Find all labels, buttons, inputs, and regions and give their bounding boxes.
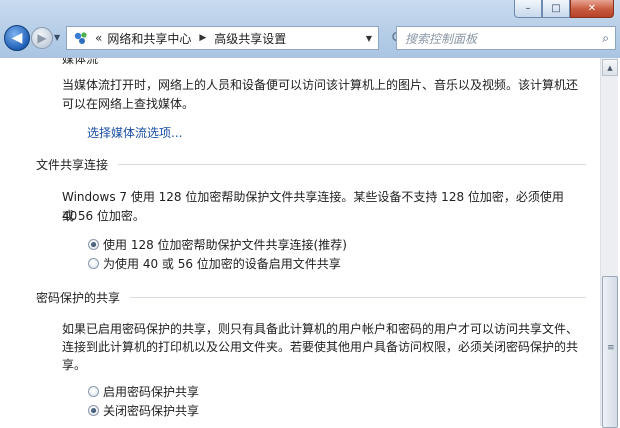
scrollbar-thumb[interactable]: ≡	[602, 276, 618, 428]
history-dropdown-icon[interactable]: ▼	[54, 33, 60, 42]
breadcrumb-advanced-sharing[interactable]: 高级共享设置	[214, 30, 286, 47]
minimize-button[interactable]: –	[514, 0, 542, 18]
media-streaming-heading: 媒体流	[62, 58, 99, 66]
forward-button[interactable]: ▶	[31, 27, 53, 49]
radio-button[interactable]	[88, 386, 99, 397]
navigation-bar: ◀ ▶ ▼ « 网络和共享中心 ▶ 高级共享设置 ▼ ⟳ 搜索控制面板 ⌕	[2, 23, 618, 55]
window-controls: – □ ✕	[514, 0, 614, 18]
search-box[interactable]: 搜索控制面板 ⌕	[396, 26, 616, 50]
password-sharing-text-1: 如果已启用密码保护的共享，则只有具备此计算机的用户帐户和密码的用户才可以访问共享…	[62, 322, 579, 336]
radio-button-selected[interactable]	[88, 405, 99, 416]
file-sharing-text-2: 或 56 位加密。	[62, 209, 145, 223]
password-sharing-section-header: 密码保护的共享	[36, 289, 586, 306]
search-icon[interactable]: ⌕	[602, 31, 609, 46]
file-sharing-section-header: 文件共享连接	[36, 156, 586, 173]
file-sharing-title: 文件共享连接	[36, 158, 109, 172]
radio-button[interactable]	[88, 258, 99, 269]
section-divider	[118, 164, 586, 165]
radio-button-selected[interactable]	[88, 239, 99, 250]
breadcrumb-network-center[interactable]: 网络和共享中心	[107, 30, 191, 47]
section-divider	[130, 297, 586, 298]
breadcrumb-separator-icon[interactable]: ▶	[199, 33, 206, 43]
window-chrome: – □ ✕ ◀ ▶ ▼ « 网络和共享中心 ▶ 高级共享设置 ▼ ⟳ 搜索控制面…	[0, 0, 620, 58]
password-sharing-on-option[interactable]: 启用密码保护共享	[88, 383, 199, 400]
media-streaming-text-1: 当媒体流打开时，网络上的人员和设备便可以访问该计算机上的图片、音乐以及视频。该计…	[62, 78, 579, 92]
password-sharing-text-2: 连接到此计算机的打印机以及公用文件夹。若要使其他用户具备访问权限，必须关闭密码保…	[62, 340, 579, 354]
settings-content: 媒体流 当媒体流打开时，网络上的人员和设备便可以访问该计算机上的图片、音乐以及视…	[0, 58, 600, 426]
encryption-40-56-label[interactable]: 为使用 40 或 56 位加密的设备启用文件共享	[103, 255, 341, 272]
encryption-128-option[interactable]: 使用 128 位加密帮助保护文件共享连接(推荐)	[88, 236, 347, 253]
scroll-up-button[interactable]: ▲	[602, 59, 618, 76]
scrollbar-grip-icon: ≡	[607, 343, 615, 353]
password-sharing-text-3: 享。	[62, 358, 87, 372]
encryption-128-label[interactable]: 使用 128 位加密帮助保护文件共享连接(推荐)	[103, 236, 347, 253]
control-panel-icon	[74, 32, 87, 44]
back-button[interactable]: ◀	[4, 25, 30, 51]
search-input[interactable]: 搜索控制面板	[405, 30, 602, 47]
address-overflow-icon[interactable]: «	[95, 31, 102, 45]
address-bar[interactable]: « 网络和共享中心 ▶ 高级共享设置	[66, 26, 362, 50]
password-sharing-off-option[interactable]: 关闭密码保护共享	[88, 402, 199, 419]
password-sharing-on-label[interactable]: 启用密码保护共享	[103, 383, 199, 400]
close-button[interactable]: ✕	[570, 0, 614, 18]
encryption-40-56-option[interactable]: 为使用 40 或 56 位加密的设备启用文件共享	[88, 255, 341, 272]
maximize-button[interactable]: □	[542, 0, 570, 18]
media-streaming-text-2: 可以在网络上查找媒体。	[62, 97, 195, 111]
password-sharing-title: 密码保护的共享	[36, 291, 121, 305]
vertical-scrollbar[interactable]: ▲ ≡	[600, 58, 618, 428]
password-sharing-off-label[interactable]: 关闭密码保护共享	[103, 402, 199, 419]
media-streaming-options-link[interactable]: 选择媒体流选项...	[87, 124, 182, 141]
address-dropdown-button[interactable]: ▼	[360, 26, 379, 50]
